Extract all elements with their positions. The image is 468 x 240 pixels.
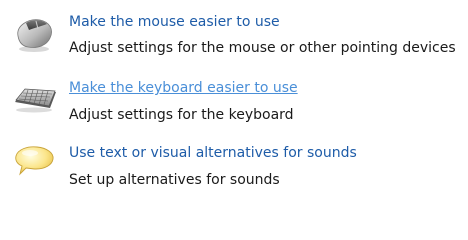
sound-alternatives-description: Set up alternatives for sounds [69,172,280,188]
speech-bubble-icon [12,144,58,184]
list-item-keyboard: Make the keyboard easier to use Adjust s… [0,66,468,126]
keyboard-icon [12,78,58,118]
keyboard-settings-description: Adjust settings for the keyboard [69,107,294,123]
sound-alternatives-link[interactable]: Use text or visual alternatives for soun… [69,144,357,162]
mouse-settings-link[interactable]: Make the mouse easier to use [69,13,280,31]
list-item-sound-alternatives: Use text or visual alternatives for soun… [0,132,468,192]
mouse-icon [12,14,58,54]
mouse-settings-description: Adjust settings for the mouse or other p… [69,40,456,56]
keyboard-settings-link[interactable]: Make the keyboard easier to use [69,79,298,97]
list-item-mouse: Make the mouse easier to use Adjust sett… [0,0,468,60]
